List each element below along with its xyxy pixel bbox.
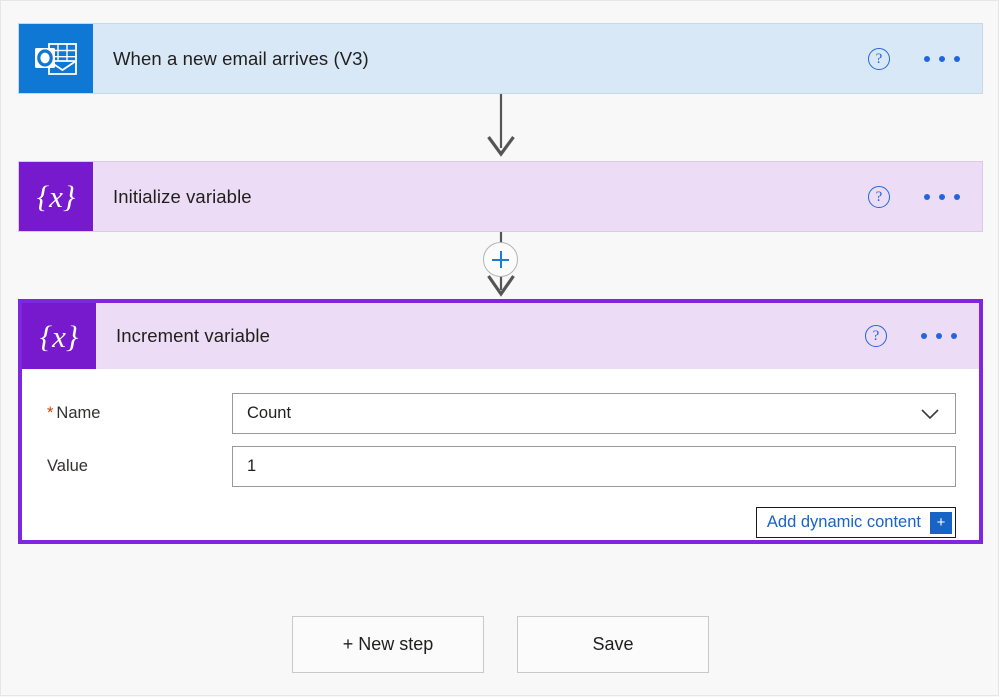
chevron-down-icon[interactable] xyxy=(919,403,941,425)
new-step-button[interactable]: + New step xyxy=(292,616,484,673)
help-icon[interactable]: ? xyxy=(868,185,890,208)
more-options-icon[interactable] xyxy=(924,193,960,200)
add-dynamic-content-button[interactable]: Add dynamic content + xyxy=(755,507,956,538)
value-field-label: Value xyxy=(47,457,88,475)
value-input[interactable]: 1 xyxy=(232,446,956,487)
name-field-label: * Name xyxy=(22,404,232,423)
action-card-increment-variable[interactable]: {x} Increment variable ? * Name Count Va… xyxy=(18,299,983,544)
variable-glyph: {x} xyxy=(39,318,79,354)
value-input-text: 1 xyxy=(247,457,257,475)
flow-footer-actions: + New step Save xyxy=(1,616,999,673)
trigger-card-email-arrives[interactable]: When a new email arrives (V3) ? xyxy=(18,23,983,94)
outlook-icon xyxy=(19,24,93,93)
flow-designer-page: When a new email arrives (V3) ? {x} Init… xyxy=(0,0,999,696)
value-field-control: 1 xyxy=(232,446,979,487)
initialize-card-header[interactable]: {x} Initialize variable ? xyxy=(19,162,982,231)
trigger-card-actions: ? xyxy=(868,47,982,70)
initialize-title: Initialize variable xyxy=(113,185,252,207)
flow-canvas: When a new email arrives (V3) ? {x} Init… xyxy=(1,1,999,697)
increment-card-actions: ? xyxy=(865,303,979,369)
help-icon[interactable]: ? xyxy=(868,47,890,70)
variable-icon: {x} xyxy=(22,303,96,369)
add-dynamic-content-label: Add dynamic content xyxy=(766,513,921,531)
connector-trigger-to-initialize xyxy=(1,94,999,161)
more-options-icon[interactable] xyxy=(921,333,957,339)
trigger-title: When a new email arrives (V3) xyxy=(113,47,369,69)
help-icon[interactable]: ? xyxy=(865,325,887,347)
save-button[interactable]: Save xyxy=(517,616,709,673)
name-dropdown[interactable]: Count xyxy=(232,393,956,434)
more-options-icon[interactable] xyxy=(924,55,960,62)
plus-icon-vertical xyxy=(499,251,502,268)
plus-icon: + xyxy=(930,511,952,534)
required-marker: * xyxy=(47,404,54,422)
outlook-glyph xyxy=(33,40,79,78)
name-label-text: Name xyxy=(56,404,101,422)
name-field-control: Count xyxy=(232,393,979,434)
variable-icon: {x} xyxy=(19,162,93,231)
trigger-card-header[interactable]: When a new email arrives (V3) ? xyxy=(19,24,982,93)
field-row-name: * Name Count xyxy=(22,393,979,434)
field-row-value: Value 1 xyxy=(22,446,979,487)
increment-card-header[interactable]: {x} Increment variable ? xyxy=(22,303,979,369)
variable-glyph: {x} xyxy=(36,179,76,214)
name-dropdown-value: Count xyxy=(247,404,292,422)
action-card-initialize-variable[interactable]: {x} Initialize variable ? xyxy=(18,161,983,232)
increment-card-body: * Name Count Value 1 Add dynamic content… xyxy=(22,369,979,540)
insert-step-button[interactable] xyxy=(483,242,518,277)
initialize-card-actions: ? xyxy=(868,185,982,208)
increment-title: Increment variable xyxy=(116,325,270,346)
